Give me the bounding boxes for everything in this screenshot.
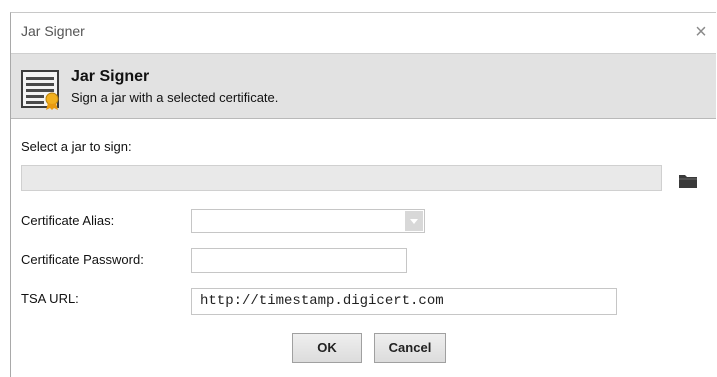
- header-title: Jar Signer: [71, 68, 150, 85]
- tsa-url-field[interactable]: http://timestamp.digicert.com: [191, 288, 617, 315]
- certificate-password-label: Certificate Password:: [21, 252, 144, 267]
- ok-button[interactable]: OK: [292, 333, 362, 363]
- header-subtitle: Sign a jar with a selected certificate.: [71, 90, 279, 105]
- chevron-down-icon[interactable]: [405, 211, 423, 231]
- close-button[interactable]: ×: [686, 19, 716, 45]
- certificate-password-field[interactable]: [191, 248, 407, 273]
- certificate-alias-combobox[interactable]: [191, 209, 425, 233]
- window-title: Jar Signer: [21, 23, 85, 39]
- tsa-url-label: TSA URL:: [21, 291, 79, 306]
- jar-signer-dialog: Jar Signer × Jar Signer Sign a jar with …: [10, 12, 716, 377]
- title-bar: Jar Signer ×: [11, 13, 716, 53]
- jar-path-field[interactable]: [21, 165, 662, 191]
- jar-label: Select a jar to sign:: [21, 139, 132, 154]
- folder-icon[interactable]: [678, 173, 698, 189]
- certificate-alias-label: Certificate Alias:: [21, 213, 115, 228]
- dialog-header: Jar Signer Sign a jar with a selected ce…: [11, 53, 716, 119]
- close-icon: ×: [695, 21, 707, 43]
- cancel-button[interactable]: Cancel: [374, 333, 446, 363]
- certificate-document-icon: [21, 70, 59, 110]
